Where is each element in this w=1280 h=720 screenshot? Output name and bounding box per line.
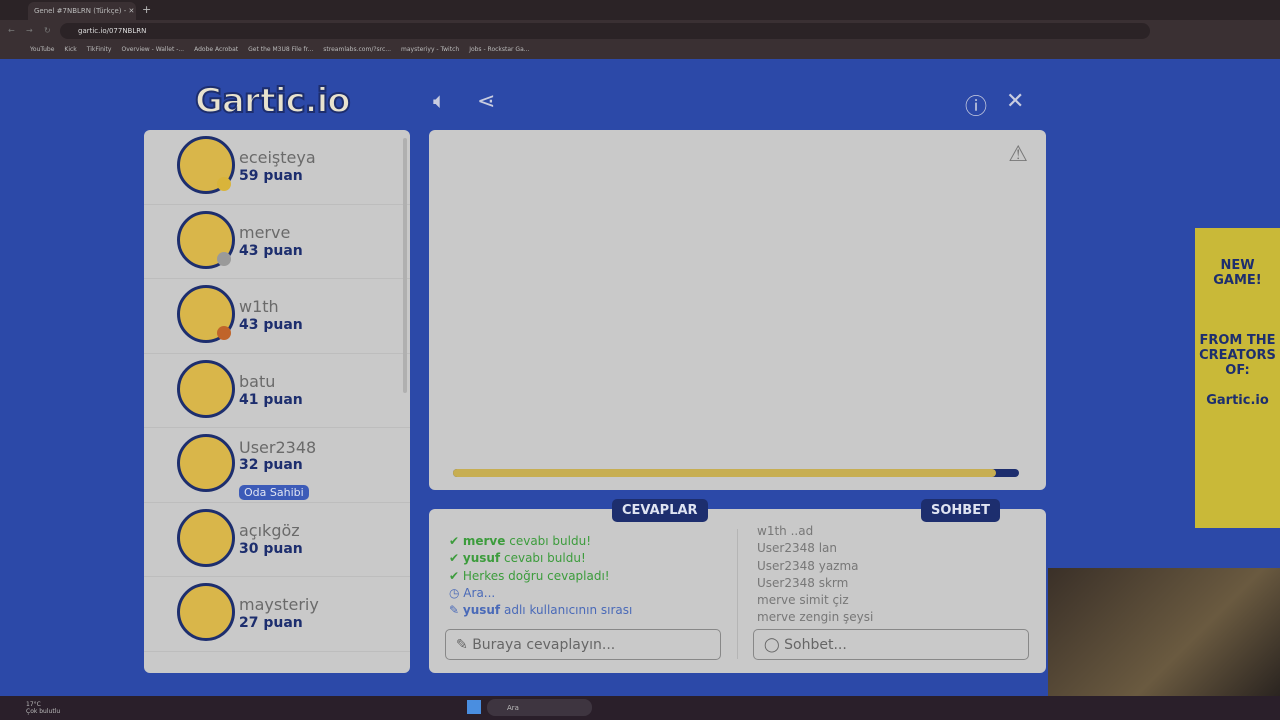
room-owner-badge: Oda Sahibi (239, 485, 309, 500)
status-dot (217, 326, 231, 340)
status-dot (217, 177, 231, 191)
player-name: merve (239, 222, 291, 242)
bookmark[interactable]: Jobs - Rockstar Ga... (469, 46, 529, 55)
bookmark[interactable]: Adobe Acrobat (194, 46, 238, 55)
timer-fill (453, 469, 997, 477)
bookmark[interactable]: Kick (64, 46, 76, 55)
player-list: eceişteya 59 puan merve 43 puan w1th 43 puan b… (144, 130, 410, 673)
player-name: eceişteya (239, 148, 316, 167)
avatar (177, 583, 235, 641)
player-name: User2348 (239, 438, 317, 457)
webcam-overlay (1048, 568, 1280, 696)
player-name: maysteriy (239, 595, 319, 614)
back-icon[interactable]: ← (8, 26, 15, 35)
drawing-canvas[interactable]: ⚠ (429, 130, 1046, 490)
forward-icon[interactable]: → (26, 26, 33, 35)
status-dot (217, 251, 231, 266)
weather-widget[interactable]: 17°C Çok bulutlu (26, 701, 60, 715)
close-icon[interactable]: ✕ (1006, 89, 1024, 114)
taskbar-search[interactable]: Ara (487, 699, 592, 716)
answer-item: ✎ yusuf adlı kullanıcının sırası (449, 603, 633, 618)
player-row[interactable]: açıkgöz 30 puan (144, 503, 410, 577)
chat-list: w1th ..ad User2348 lan User2348 yazma Us… (757, 523, 873, 627)
answers-list: ✔ merve cevabı buldu! ✔ yusuf cevabı bul… (449, 533, 632, 619)
answer-input[interactable]: ✎ Buraya cevaplayın... (445, 629, 721, 660)
chat-item: merve simit çiz (757, 593, 849, 608)
scrollbar[interactable] (403, 138, 407, 393)
new-tab-button[interactable]: + (142, 3, 151, 16)
advertisement[interactable]: NEW GAME! FROM THE CREATORS OF: Gartic.i… (1195, 228, 1280, 528)
answer-item: ✔ Herkes doğru cevapladı! (449, 568, 610, 583)
player-name: w1th (239, 297, 279, 316)
avatar (177, 508, 235, 567)
start-icon[interactable] (467, 700, 481, 714)
player-row[interactable]: maysteriy 27 puan (144, 577, 410, 652)
avatar (177, 434, 235, 492)
bookmark[interactable]: Overview - Wallet -... (121, 46, 184, 55)
player-name: batu (239, 371, 276, 391)
player-row[interactable]: eceişteya 59 puan (144, 130, 410, 205)
chat-label: SOHBET (921, 499, 1000, 522)
reload-icon[interactable]: ↻ (44, 26, 51, 35)
player-name: açıkgöz (239, 520, 300, 540)
answer-item: ◷ Ara... (449, 585, 496, 600)
answer-item: ✔ merve cevabı buldu! (449, 534, 592, 548)
player-row[interactable]: batu 41 puan (144, 354, 410, 428)
bookmark[interactable]: TikFinity (87, 46, 112, 55)
chat-item: w1th ..ad (757, 524, 814, 538)
player-row[interactable]: merve 43 puan (144, 205, 410, 279)
bookmark[interactable]: YouTube (30, 46, 54, 55)
chat-item: User2348 skrm (757, 575, 849, 590)
address-bar-row: ← → ↻ gartic.io/077NBLRN (0, 20, 1280, 42)
browser-tab[interactable]: Genel #7NBLRN (Türkçe) - ✕ (28, 2, 136, 20)
tab-strip: Genel #7NBLRN (Türkçe) - ✕ + (0, 0, 1280, 20)
player-score: 27 puan (239, 615, 303, 631)
player-score: 59 puan (239, 168, 303, 184)
share-icon[interactable]: ⋖ (477, 89, 495, 114)
avatar (177, 359, 235, 418)
player-score: 43 puan (239, 242, 303, 259)
timer-bar (453, 469, 1019, 477)
gartic-logo: Gartic.io (194, 80, 352, 122)
bookmark[interactable]: maysteriyy - Twitch (401, 46, 459, 55)
chat-input[interactable]: ◯ Sohbet... (753, 629, 1029, 660)
bottom-panel: CEVAPLAR SOHBET ✔ merve cevabı buldu! ✔ … (429, 499, 1046, 673)
divider (737, 529, 738, 659)
url-input[interactable]: gartic.io/077NBLRN (60, 23, 1150, 39)
report-warning-icon[interactable]: ⚠ (1008, 142, 1028, 167)
player-row[interactable]: w1th 43 puan (144, 279, 410, 354)
bookmark[interactable]: streamlabs.com/?src... (323, 46, 391, 55)
bookmarks-bar: YouTube Kick TikFinity Overview - Wallet… (0, 42, 1280, 59)
chat-item: User2348 yazma (757, 558, 859, 573)
chat-item: User2348 lan (757, 541, 838, 556)
player-score: 32 puan (239, 457, 303, 473)
answers-label: CEVAPLAR (612, 499, 708, 522)
player-score: 41 puan (239, 391, 303, 408)
player-score: 30 puan (239, 540, 303, 557)
player-row[interactable]: User2348 32 puan Oda Sahibi (144, 428, 410, 503)
bookmark[interactable]: Get the M3U8 File fr... (248, 46, 313, 55)
chat-item: merve zengin şeysi (757, 610, 874, 625)
taskbar: 17°C Çok bulutlu Ara (0, 696, 1280, 720)
info-icon[interactable]: ⓘ (965, 89, 987, 121)
sound-icon[interactable]: 🔈︎ (433, 89, 446, 114)
answer-item: ✔ yusuf cevabı buldu! (449, 551, 586, 566)
player-score: 43 puan (239, 317, 303, 333)
